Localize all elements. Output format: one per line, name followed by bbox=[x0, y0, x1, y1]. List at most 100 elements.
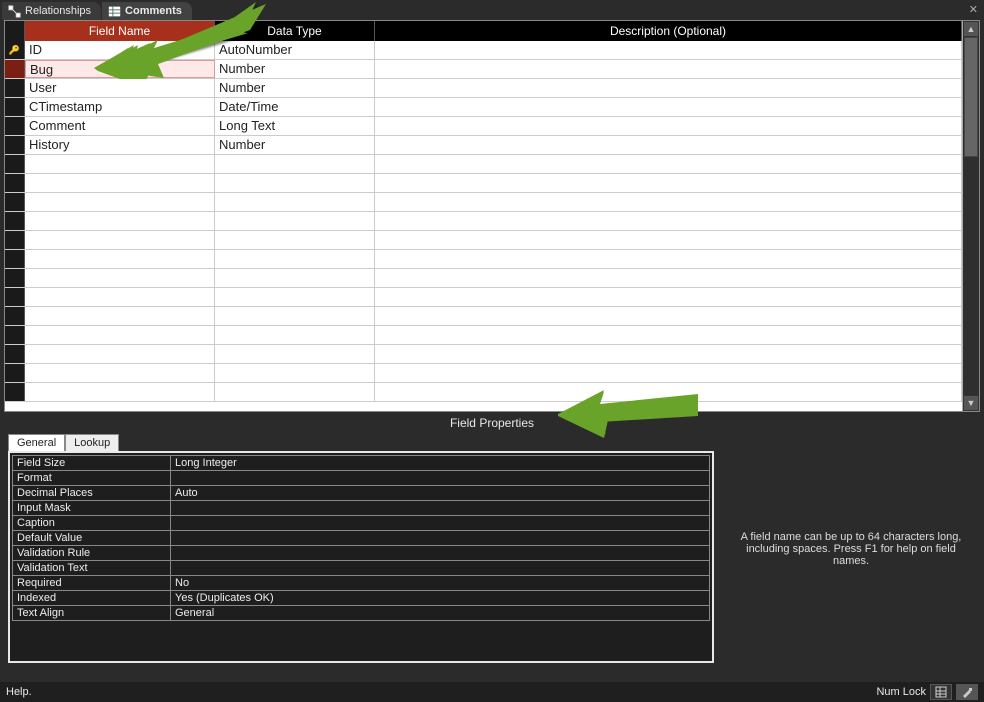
description-cell[interactable] bbox=[375, 212, 962, 230]
property-row[interactable]: Default Value bbox=[13, 531, 710, 546]
row-selector[interactable] bbox=[5, 231, 25, 249]
field-name-cell[interactable] bbox=[25, 231, 215, 249]
property-value[interactable] bbox=[171, 516, 710, 531]
row-selector[interactable] bbox=[5, 174, 25, 192]
data-type-cell[interactable]: Long Text bbox=[215, 117, 375, 135]
data-type-cell[interactable]: Number bbox=[215, 136, 375, 154]
prop-tab-lookup[interactable]: Lookup bbox=[65, 434, 119, 451]
table-row[interactable]: CTimestampDate/Time bbox=[5, 98, 962, 117]
data-type-cell[interactable] bbox=[215, 269, 375, 287]
property-row[interactable]: Caption bbox=[13, 516, 710, 531]
data-type-cell[interactable] bbox=[215, 250, 375, 268]
table-row[interactable]: HistoryNumber bbox=[5, 136, 962, 155]
scroll-thumb[interactable] bbox=[964, 37, 978, 157]
table-row[interactable] bbox=[5, 155, 962, 174]
description-cell[interactable] bbox=[375, 60, 962, 78]
description-cell[interactable] bbox=[375, 155, 962, 173]
row-selector[interactable] bbox=[5, 364, 25, 382]
field-name-cell[interactable] bbox=[25, 212, 215, 230]
table-row[interactable] bbox=[5, 383, 962, 402]
data-type-cell[interactable] bbox=[215, 193, 375, 211]
field-name-cell[interactable] bbox=[25, 383, 215, 401]
data-type-cell[interactable]: Date/Time bbox=[215, 98, 375, 116]
property-value[interactable]: General bbox=[171, 606, 710, 621]
description-cell[interactable] bbox=[375, 174, 962, 192]
row-selector[interactable] bbox=[5, 307, 25, 325]
property-row[interactable]: Validation Rule bbox=[13, 546, 710, 561]
row-selector[interactable] bbox=[5, 117, 25, 135]
design-view-icon[interactable] bbox=[956, 684, 978, 700]
property-value[interactable] bbox=[171, 471, 710, 486]
description-cell[interactable] bbox=[375, 288, 962, 306]
table-row[interactable] bbox=[5, 364, 962, 383]
field-name-cell[interactable]: ID bbox=[25, 41, 215, 59]
table-row[interactable] bbox=[5, 345, 962, 364]
header-data-type[interactable]: Data Type bbox=[215, 21, 375, 41]
description-cell[interactable] bbox=[375, 98, 962, 116]
description-cell[interactable] bbox=[375, 136, 962, 154]
row-selector[interactable] bbox=[5, 155, 25, 173]
field-name-cell[interactable] bbox=[25, 174, 215, 192]
field-name-cell[interactable] bbox=[25, 326, 215, 344]
property-value[interactable]: Auto bbox=[171, 486, 710, 501]
row-selector[interactable] bbox=[5, 383, 25, 401]
property-value[interactable]: No bbox=[171, 576, 710, 591]
scroll-track[interactable] bbox=[963, 37, 979, 395]
property-row[interactable]: Text AlignGeneral bbox=[13, 606, 710, 621]
scroll-down-button[interactable]: ▼ bbox=[963, 395, 979, 411]
row-selector[interactable] bbox=[5, 288, 25, 306]
field-name-cell[interactable] bbox=[25, 364, 215, 382]
description-cell[interactable] bbox=[375, 326, 962, 344]
property-row[interactable]: RequiredNo bbox=[13, 576, 710, 591]
tab-comments[interactable]: Comments bbox=[102, 2, 192, 20]
data-type-cell[interactable] bbox=[215, 155, 375, 173]
field-name-cell[interactable] bbox=[25, 193, 215, 211]
field-name-cell[interactable]: Comment bbox=[25, 117, 215, 135]
row-selector[interactable] bbox=[5, 250, 25, 268]
row-selector[interactable] bbox=[5, 79, 25, 97]
table-row[interactable] bbox=[5, 326, 962, 345]
row-selector[interactable] bbox=[5, 326, 25, 344]
property-row[interactable]: Field SizeLong Integer bbox=[13, 456, 710, 471]
property-row[interactable]: Format bbox=[13, 471, 710, 486]
property-row[interactable]: Validation Text bbox=[13, 561, 710, 576]
data-type-cell[interactable] bbox=[215, 212, 375, 230]
table-row[interactable] bbox=[5, 250, 962, 269]
field-name-cell[interactable] bbox=[25, 269, 215, 287]
field-name-cell[interactable]: History bbox=[25, 136, 215, 154]
table-row[interactable]: 🔑IDAutoNumber bbox=[5, 41, 962, 60]
table-row[interactable]: UserNumber bbox=[5, 79, 962, 98]
field-name-cell[interactable] bbox=[25, 155, 215, 173]
row-selector[interactable] bbox=[5, 212, 25, 230]
description-cell[interactable] bbox=[375, 250, 962, 268]
description-cell[interactable] bbox=[375, 269, 962, 287]
description-cell[interactable] bbox=[375, 79, 962, 97]
description-cell[interactable] bbox=[375, 307, 962, 325]
data-type-cell[interactable] bbox=[215, 326, 375, 344]
data-type-cell[interactable] bbox=[215, 288, 375, 306]
table-row[interactable] bbox=[5, 231, 962, 250]
header-description[interactable]: Description (Optional) bbox=[375, 21, 962, 41]
property-value[interactable] bbox=[171, 561, 710, 576]
vertical-scrollbar[interactable]: ▲ ▼ bbox=[963, 21, 979, 411]
field-name-cell[interactable] bbox=[25, 288, 215, 306]
row-selector[interactable] bbox=[5, 60, 25, 78]
data-type-cell[interactable] bbox=[215, 345, 375, 363]
row-selector[interactable] bbox=[5, 345, 25, 363]
data-type-cell[interactable]: Number bbox=[215, 60, 375, 78]
data-type-cell[interactable] bbox=[215, 231, 375, 249]
row-selector[interactable] bbox=[5, 98, 25, 116]
table-row[interactable] bbox=[5, 288, 962, 307]
scroll-up-button[interactable]: ▲ bbox=[963, 21, 979, 37]
data-type-cell[interactable]: AutoNumber bbox=[215, 41, 375, 59]
property-value[interactable]: Long Integer bbox=[171, 456, 710, 471]
row-selector-header[interactable] bbox=[5, 21, 25, 41]
row-selector[interactable]: 🔑 bbox=[5, 41, 25, 59]
data-type-cell[interactable] bbox=[215, 383, 375, 401]
description-cell[interactable] bbox=[375, 41, 962, 59]
close-icon[interactable]: ✕ bbox=[969, 3, 978, 16]
table-row[interactable]: CommentLong Text bbox=[5, 117, 962, 136]
data-type-cell[interactable] bbox=[215, 364, 375, 382]
row-selector[interactable] bbox=[5, 193, 25, 211]
property-row[interactable]: IndexedYes (Duplicates OK) bbox=[13, 591, 710, 606]
